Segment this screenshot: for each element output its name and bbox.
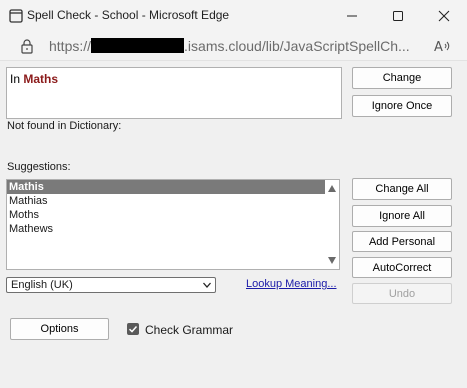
minimize-button[interactable]: [329, 0, 375, 32]
lookup-meaning-link[interactable]: Lookup Meaning...: [246, 278, 337, 290]
maximize-icon: [393, 11, 403, 21]
title-bar: Spell Check - School - Microsoft Edge: [0, 0, 467, 32]
minimize-icon: [347, 15, 357, 17]
checkmark-icon: [128, 325, 138, 333]
url-suffix: .isams.cloud/lib/JavaScriptSpellCh...: [184, 38, 410, 54]
close-icon: [438, 10, 450, 22]
suggestions-list[interactable]: Mathis Mathias Moths Mathews: [6, 179, 340, 270]
misspelled-word: Maths: [23, 72, 59, 86]
window-title: Spell Check - School - Microsoft Edge: [27, 8, 230, 22]
options-button[interactable]: Options: [10, 318, 109, 340]
add-personal-button[interactable]: Add Personal: [352, 231, 452, 252]
ignore-all-button[interactable]: Ignore All: [352, 205, 452, 227]
context-prefix: In: [10, 72, 24, 86]
suggestion-item[interactable]: Mathias: [7, 194, 327, 208]
language-value: English (UK): [11, 279, 73, 291]
address-bar: https:// .isams.cloud/lib/JavaScriptSpell…: [0, 32, 467, 61]
check-grammar-label: Check Grammar: [145, 323, 234, 337]
spell-check-dialog: In Maths Not found in Dictionary: Change…: [0, 61, 467, 388]
chevron-down-icon: [203, 282, 211, 288]
change-all-button[interactable]: Change All: [352, 178, 452, 200]
lock-icon[interactable]: [20, 38, 34, 54]
autocorrect-button[interactable]: AutoCorrect: [352, 257, 452, 278]
suggestions-label: Suggestions:: [7, 161, 71, 173]
suggestions-items: Mathis Mathias Moths Mathews: [7, 180, 339, 236]
spell-check-app-icon: [9, 9, 23, 23]
not-found-label: Not found in Dictionary:: [7, 120, 122, 132]
redacted-block: [91, 38, 185, 53]
language-select[interactable]: English (UK): [6, 277, 216, 293]
scroll-down-icon[interactable]: [328, 257, 336, 264]
suggestions-scrollbar[interactable]: [325, 180, 339, 269]
maximize-button[interactable]: [375, 0, 421, 32]
not-found-word-box[interactable]: In Maths: [6, 67, 342, 119]
read-aloud-icon[interactable]: A: [433, 38, 451, 54]
suggestion-item[interactable]: Mathews: [7, 222, 327, 236]
undo-button[interactable]: Undo: [352, 283, 452, 304]
ignore-once-button[interactable]: Ignore Once: [352, 95, 452, 117]
url-text[interactable]: https:// .isams.cloud/lib/JavaScriptSpell…: [49, 38, 410, 54]
suggestion-item[interactable]: Moths: [7, 208, 327, 222]
url-prefix: https://: [49, 38, 92, 54]
check-grammar-checkbox[interactable]: [127, 323, 139, 335]
close-button[interactable]: [421, 0, 467, 32]
context-text: In Maths: [10, 72, 58, 86]
svg-text:A: A: [434, 40, 443, 54]
change-button[interactable]: Change: [352, 67, 452, 89]
scroll-up-icon[interactable]: [328, 185, 336, 192]
suggestion-item[interactable]: Mathis: [7, 180, 327, 194]
